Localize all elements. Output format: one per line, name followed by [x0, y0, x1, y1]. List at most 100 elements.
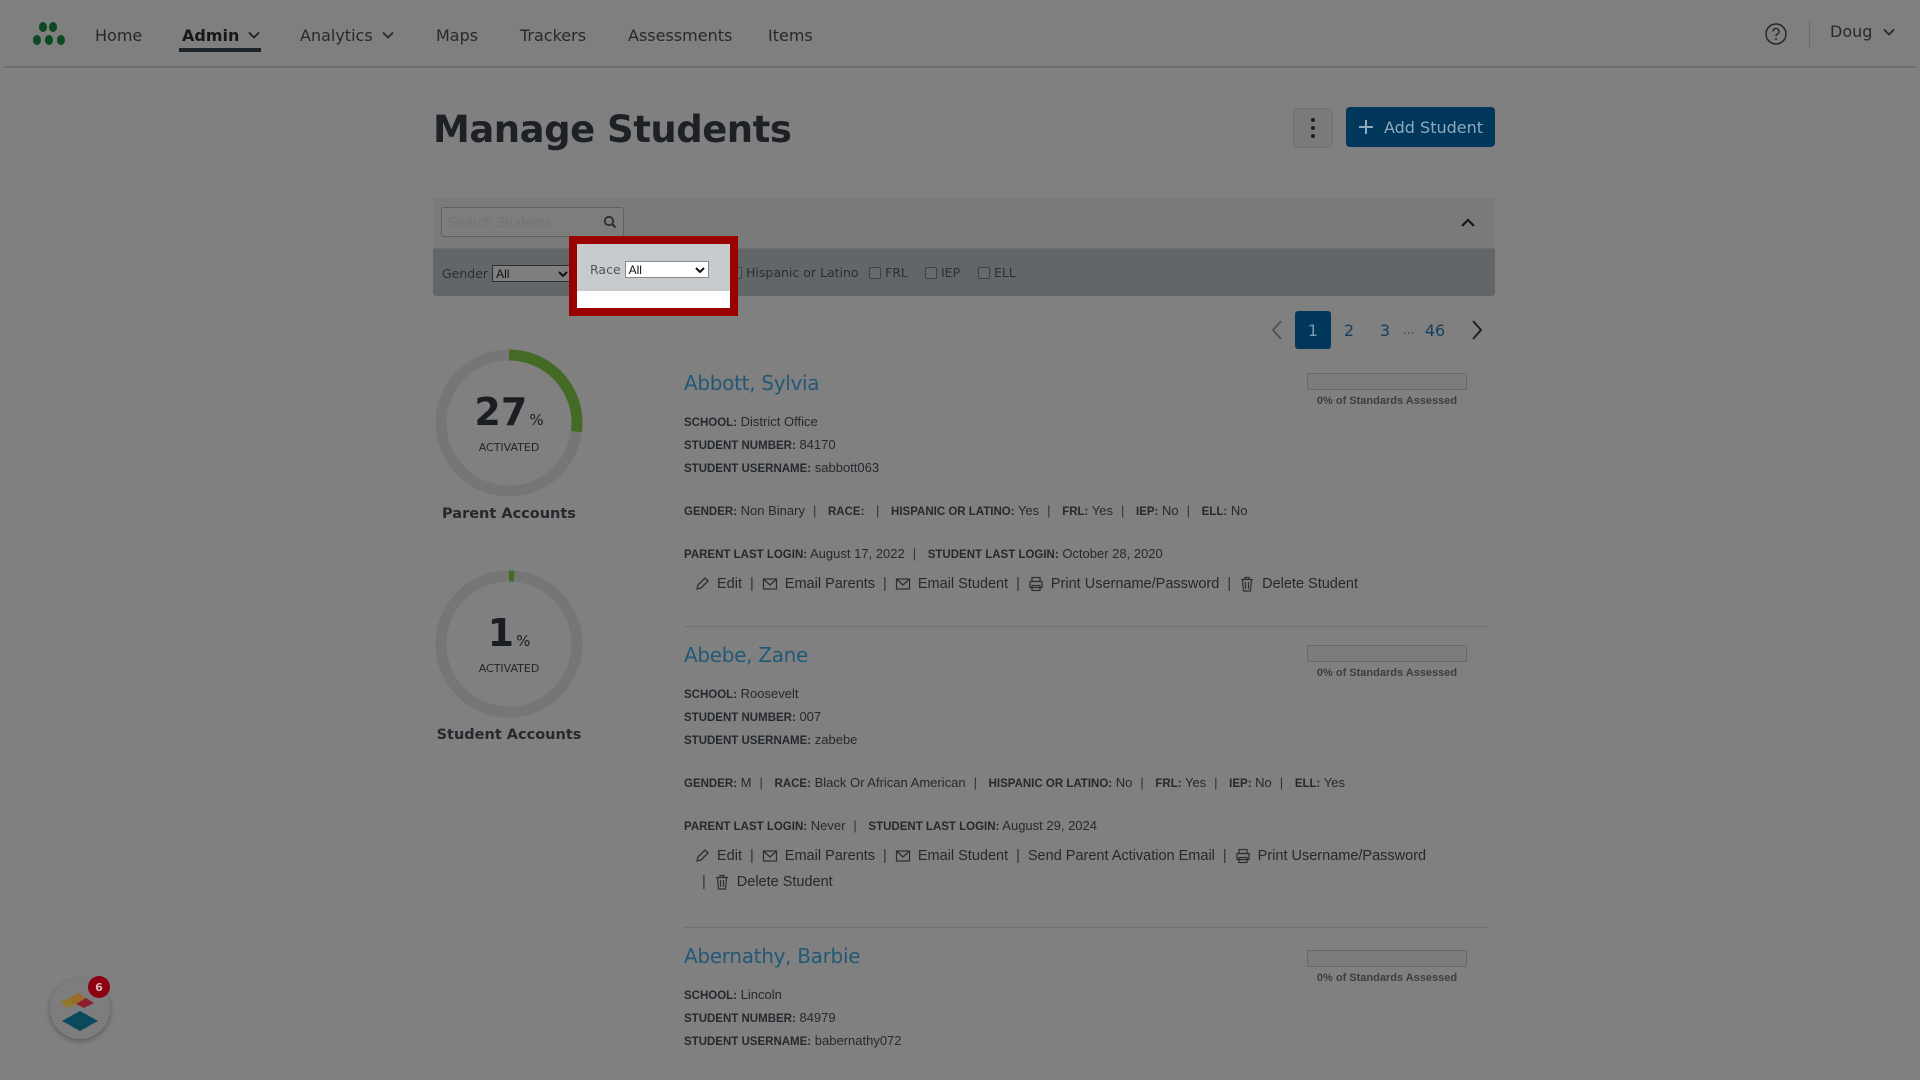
hispanic-filter[interactable]: Hispanic or Latino: [730, 265, 859, 280]
chevron-down-icon: [1883, 28, 1896, 36]
student-username-line: STUDENT USERNAME: sabbott063: [684, 459, 1489, 478]
hispanic-label: HISPANIC OR LATINO:: [988, 778, 1113, 790]
email-parents-label: Email Parents: [784, 576, 876, 592]
nav-trackers[interactable]: Trackers: [520, 22, 586, 48]
gender-select[interactable]: All: [492, 265, 573, 282]
ell-label: ELL: [994, 265, 1016, 280]
add-student-button[interactable]: Add Student: [1346, 107, 1495, 147]
student-username-label: STUDENT USERNAME:: [684, 1036, 812, 1048]
notification-badge: 6: [88, 976, 110, 998]
email-student-link[interactable]: Email Student: [895, 576, 1008, 592]
search-input[interactable]: [442, 208, 592, 236]
edit-label: Edit: [717, 848, 742, 864]
frl-checkbox[interactable]: [869, 266, 881, 279]
percent-sign: %: [516, 631, 531, 650]
gender-label: GENDER:: [684, 778, 738, 790]
page-last-button[interactable]: 46: [1415, 311, 1455, 349]
user-menu[interactable]: Doug: [1830, 22, 1896, 41]
nav-analytics[interactable]: Analytics: [300, 22, 395, 48]
chevron-left-icon: [1271, 320, 1282, 340]
student-number-line: STUDENT NUMBER: 84170: [684, 436, 1489, 455]
iep-value: No: [1255, 775, 1272, 790]
iep-checkbox[interactable]: [925, 266, 937, 279]
student-card: Abebe, Zane 0% of Standards Assessed SCH…: [684, 643, 1489, 890]
iep-value: No: [1162, 503, 1179, 518]
email-parents-label: Email Parents: [784, 848, 876, 864]
app-frame: Home Admin Analytics Maps Trackers Asses…: [4, 0, 1916, 1080]
nav-home[interactable]: Home: [95, 22, 142, 48]
student-percent: 1%: [488, 614, 531, 660]
print-credentials-link[interactable]: Print Username/Password: [1028, 576, 1219, 592]
email-student-link[interactable]: Email Student: [895, 848, 1008, 864]
student-divider: [684, 626, 1489, 627]
page-2-button[interactable]: 2: [1331, 311, 1367, 349]
page-1-button[interactable]: 1: [1295, 311, 1331, 349]
student-username-line: STUDENT USERNAME: zabebe: [684, 731, 1489, 750]
print-credentials-link[interactable]: Print Username/Password: [1235, 848, 1426, 864]
chevron-down-icon: [694, 266, 705, 273]
nav-admin[interactable]: Admin: [182, 22, 261, 48]
page-number: 3: [1379, 320, 1391, 340]
search-icon[interactable]: [603, 215, 617, 229]
student-username-label: STUDENT USERNAME:: [684, 735, 812, 747]
frl-value: Yes: [1091, 503, 1113, 518]
nav-items-label: Items: [768, 25, 813, 45]
ell-filter[interactable]: ELL: [978, 265, 1016, 280]
ell-label: ELL:: [1294, 778, 1321, 790]
nav-items[interactable]: Items: [768, 22, 813, 48]
search-field[interactable]: [441, 207, 624, 237]
student-username-value: zabebe: [814, 732, 858, 747]
help-icon[interactable]: [1764, 22, 1788, 46]
school-value: Roosevelt: [740, 686, 799, 701]
delete-student-link[interactable]: Delete Student: [1239, 576, 1358, 592]
more-options-button[interactable]: [1293, 108, 1333, 148]
race-label: RACE:: [774, 778, 811, 790]
student-username-label: STUDENT USERNAME:: [684, 463, 812, 475]
nav-admin-label: Admin: [182, 25, 240, 45]
prev-page-button[interactable]: [1259, 311, 1295, 349]
nav-divider: [1809, 20, 1810, 48]
standards-progress: 0% of Standards Assessed: [1307, 950, 1467, 984]
parent-accounts-stat: 27% ACTIVATED Parent Accounts: [434, 348, 584, 522]
send-activation-link[interactable]: Send Parent Activation Email: [1028, 848, 1215, 864]
envelope-icon: [762, 578, 777, 590]
ell-checkbox[interactable]: [978, 266, 990, 279]
frl-filter[interactable]: FRL: [869, 265, 908, 280]
nav-maps[interactable]: Maps: [436, 22, 478, 48]
student-last-login-value: October 28, 2020: [1062, 546, 1163, 561]
parent-percent-value: 27: [474, 389, 528, 434]
page-3-button[interactable]: 3: [1367, 311, 1403, 349]
iep-label: IEP:: [1229, 778, 1252, 790]
demographics-line: GENDER: Non Binary | RACE: | HISPANIC OR …: [684, 503, 1248, 518]
page-title: Manage Students: [433, 108, 792, 151]
student-username-line: STUDENT USERNAME: babernathy072: [684, 1032, 1489, 1051]
student-number-value: 007: [799, 709, 822, 724]
next-page-button[interactable]: [1459, 311, 1495, 349]
student-divider: [684, 927, 1489, 928]
race-select[interactable]: All: [624, 261, 709, 278]
student-accounts-label: Student Accounts: [436, 727, 582, 743]
print-label: Print Username/Password: [1257, 848, 1427, 864]
hispanic-value: Yes: [1017, 503, 1040, 518]
nav-maps-label: Maps: [436, 25, 479, 45]
student-card: Abernathy, Barbie 0% of Standards Assess…: [684, 944, 1489, 1051]
kebab-dot: [1311, 126, 1315, 130]
app-logo-icon[interactable]: [30, 20, 70, 48]
email-parents-link[interactable]: Email Parents: [762, 848, 875, 864]
login-line: PARENT LAST LOGIN: August 17, 2022 | STUD…: [684, 546, 1163, 561]
edit-link[interactable]: Edit: [694, 848, 742, 864]
iep-filter[interactable]: IEP: [925, 265, 960, 280]
delete-student-link[interactable]: Delete Student: [714, 874, 833, 890]
edit-link[interactable]: Edit: [694, 576, 742, 592]
email-parents-link[interactable]: Email Parents: [762, 576, 875, 592]
printer-icon: [1029, 576, 1043, 592]
hispanic-value: No: [1115, 775, 1133, 790]
email-student-label: Email Student: [917, 576, 1009, 592]
student-actions: Edit | Email Parents | Email Student | Prin…: [694, 576, 1489, 592]
nav-assessments[interactable]: Assessments: [628, 22, 732, 48]
chevron-up-icon[interactable]: [1459, 214, 1477, 232]
standards-progress-text: 0% of Standards Assessed: [1316, 395, 1458, 407]
envelope-icon: [895, 578, 910, 590]
parent-last-login-value: August 17, 2022: [810, 546, 905, 561]
parent-last-login-label: PARENT LAST LOGIN:: [684, 549, 808, 561]
